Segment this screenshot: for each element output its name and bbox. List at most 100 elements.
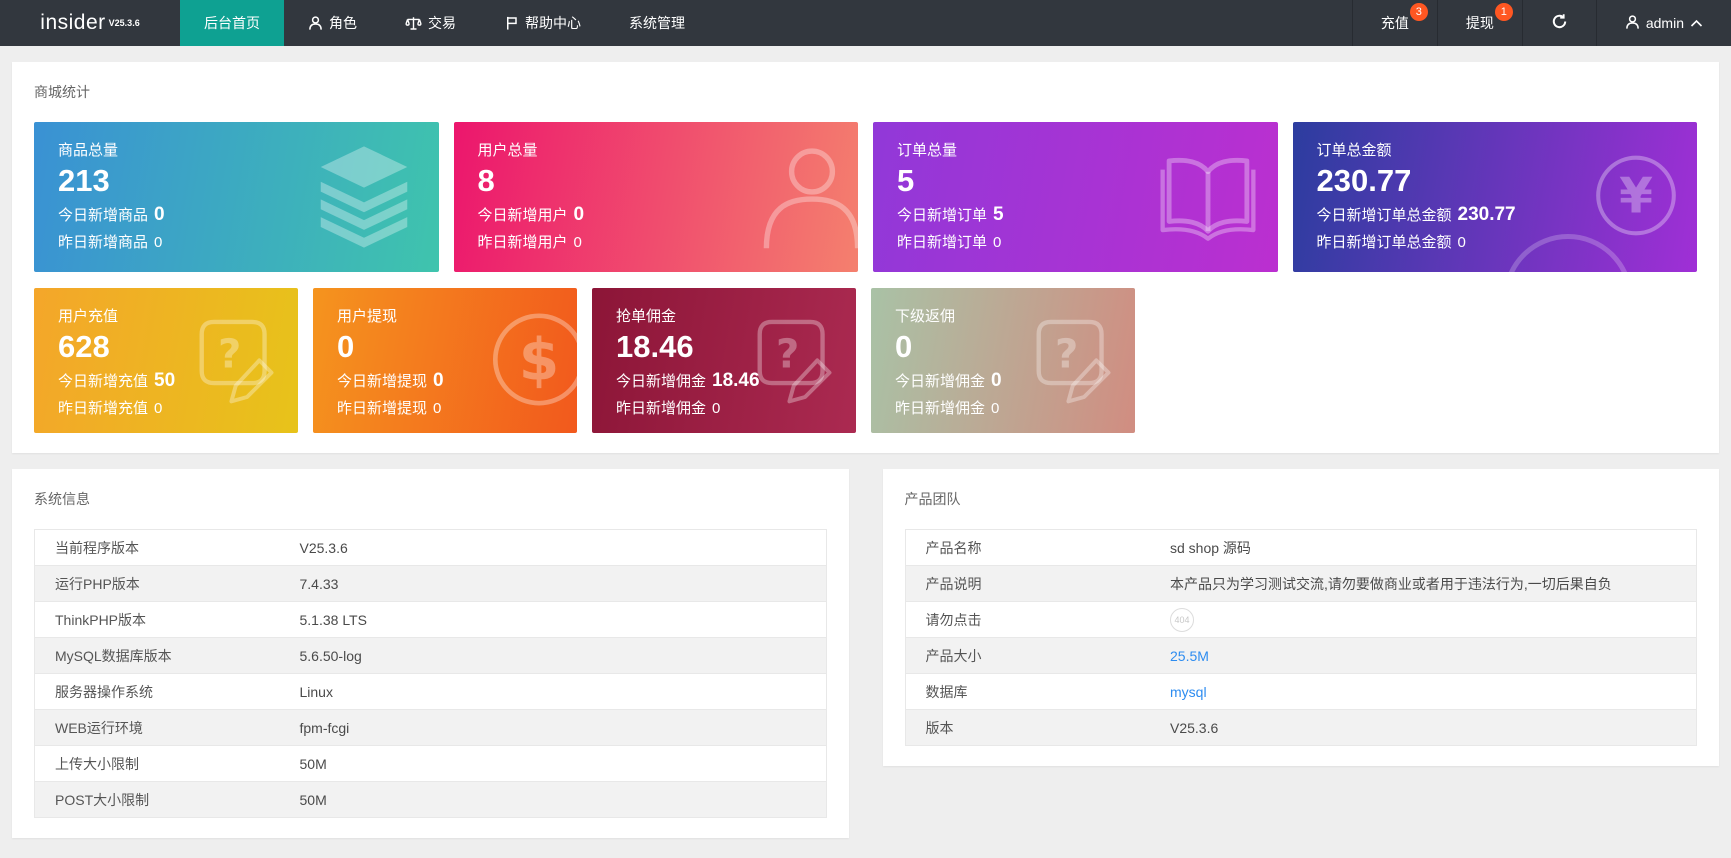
recharge-label: 充值 xyxy=(1381,13,1409,33)
menu-item-help-center[interactable]: 帮助中心 xyxy=(480,0,605,46)
svg-text:¥: ¥ xyxy=(1619,169,1653,225)
stat-today-value: 0 xyxy=(154,204,165,225)
stat-card-orders-total: 订单总量 5 今日新增订单5 昨日新增订单0 xyxy=(873,122,1278,272)
stat-today-label: 今日新增佣金 xyxy=(616,373,706,390)
database-link[interactable]: mysql xyxy=(1170,684,1207,700)
stat-today-value: 5 xyxy=(993,204,1004,225)
info-label: 上传大小限制 xyxy=(35,746,280,782)
admin-dropdown[interactable]: admin xyxy=(1596,0,1731,46)
withdraw-button[interactable]: 提现 1 xyxy=(1437,0,1522,46)
withdraw-label: 提现 xyxy=(1466,13,1494,33)
info-label: POST大小限制 xyxy=(35,782,280,818)
top-navbar: insider V25.3.6 后台首页 角色 交易 帮助中心 系统管理 充值 … xyxy=(0,0,1731,46)
admin-avatar-icon xyxy=(1625,14,1640,33)
bottom-panels: 系统信息 当前程序版本V25.3.6 运行PHP版本7.4.33 ThinkPH… xyxy=(12,469,1719,838)
info-value: 5.6.50-log xyxy=(280,638,827,674)
menu-item-label: 角色 xyxy=(329,13,357,33)
stat-yesterday-label: 昨日新增佣金 xyxy=(895,400,985,417)
recharge-badge: 3 xyxy=(1410,3,1428,21)
info-label: 产品名称 xyxy=(905,530,1150,566)
refresh-button[interactable] xyxy=(1522,0,1596,46)
stat-card-users-total: 用户总量 8 今日新增用户0 昨日新增用户0 xyxy=(454,122,859,272)
stat-today-value: 230.77 xyxy=(1458,204,1516,225)
table-row: 请勿点击 404 xyxy=(905,602,1697,638)
navbar-actions: 充值 3 提现 1 admin xyxy=(1352,0,1731,46)
recharge-button[interactable]: 充值 3 xyxy=(1352,0,1437,46)
main-menu: 后台首页 角色 交易 帮助中心 系统管理 xyxy=(180,0,709,46)
stat-card-user-recharge: 用户充值 628 今日新增充值50 昨日新增充值0 ? xyxy=(34,288,298,433)
system-info-table: 当前程序版本V25.3.6 运行PHP版本7.4.33 ThinkPHP版本5.… xyxy=(34,529,827,818)
stat-today-label: 今日新增用户 xyxy=(478,207,568,224)
stat-yesterday-label: 昨日新增充值 xyxy=(58,400,148,417)
table-row: 产品大小 25.5M xyxy=(905,638,1697,674)
stat-today-label: 今日新增商品 xyxy=(58,207,148,224)
system-info-title: 系统信息 xyxy=(34,489,827,509)
info-label: 当前程序版本 xyxy=(35,530,280,566)
stat-yesterday-value: 0 xyxy=(1458,234,1466,251)
table-row: 上传大小限制50M xyxy=(35,746,827,782)
svg-text:?: ? xyxy=(776,331,799,377)
info-label: WEB运行环境 xyxy=(35,710,280,746)
table-row: POST大小限制50M xyxy=(35,782,827,818)
info-value: V25.3.6 xyxy=(280,530,827,566)
table-row: 产品说明本产品只为学习测试交流,请勿要做商业或者用于违法行为,一切后果自负 xyxy=(905,566,1697,602)
info-label: 产品大小 xyxy=(905,638,1150,674)
info-label: 请勿点击 xyxy=(905,602,1150,638)
info-label: 服务器操作系统 xyxy=(35,674,280,710)
info-label: ThinkPHP版本 xyxy=(35,602,280,638)
user-silhouette-icon xyxy=(752,136,858,259)
stat-card-grab-commission: 抢单佣金 18.46 今日新增佣金18.46 昨日新增佣金0 ? xyxy=(592,288,856,433)
scales-icon xyxy=(405,15,422,31)
table-row: WEB运行环境fpm-fcgi xyxy=(35,710,827,746)
stat-today-label: 今日新增佣金 xyxy=(895,373,985,390)
info-label: 运行PHP版本 xyxy=(35,566,280,602)
table-row: MySQL数据库版本5.6.50-log xyxy=(35,638,827,674)
stat-yesterday-label: 昨日新增订单总金额 xyxy=(1317,234,1452,251)
badge-404[interactable]: 404 xyxy=(1170,608,1194,632)
mall-statistics-panel: 商城统计 商品总量 213 今日新增商品0 昨日新增商品0 用户总量 xyxy=(12,62,1719,453)
svg-text:?: ? xyxy=(1055,331,1078,377)
menu-item-dashboard[interactable]: 后台首页 xyxy=(180,0,284,46)
user-icon xyxy=(308,15,323,31)
stat-yesterday-value: 0 xyxy=(991,400,999,417)
withdraw-badge: 1 xyxy=(1495,3,1513,21)
menu-item-system-settings[interactable]: 系统管理 xyxy=(605,0,709,46)
product-team-panel: 产品团队 产品名称sd shop 源码 产品说明本产品只为学习测试交流,请勿要做… xyxy=(883,469,1720,766)
info-label: 版本 xyxy=(905,710,1150,746)
stat-yesterday-value: 0 xyxy=(574,234,582,251)
menu-item-label: 帮助中心 xyxy=(525,13,581,33)
info-label: MySQL数据库版本 xyxy=(35,638,280,674)
stat-yesterday-value: 0 xyxy=(154,400,162,417)
stat-yesterday-value: 0 xyxy=(712,400,720,417)
info-label: 产品说明 xyxy=(905,566,1150,602)
info-value: 5.1.38 LTS xyxy=(280,602,827,638)
mall-statistics-title: 商城统计 xyxy=(34,82,1697,102)
menu-item-label: 系统管理 xyxy=(629,13,685,33)
system-info-panel: 系统信息 当前程序版本V25.3.6 运行PHP版本7.4.33 ThinkPH… xyxy=(12,469,849,838)
stat-yesterday-value: 0 xyxy=(433,400,441,417)
stat-yesterday-label: 昨日新增佣金 xyxy=(616,400,706,417)
stat-card-user-withdraw: 用户提现 0 今日新增提现0 昨日新增提现0 $ xyxy=(313,288,577,433)
menu-item-roles[interactable]: 角色 xyxy=(284,0,381,46)
app-logo[interactable]: insider V25.3.6 xyxy=(0,0,180,46)
app-version: V25.3.6 xyxy=(109,18,140,28)
chevron-up-icon xyxy=(1690,15,1703,31)
dollar-icon: $ xyxy=(487,307,577,414)
product-size-link[interactable]: 25.5M xyxy=(1170,648,1209,664)
app-logo-text: insider xyxy=(40,11,105,35)
stat-yesterday-label: 昨日新增提现 xyxy=(337,400,427,417)
menu-item-trade[interactable]: 交易 xyxy=(381,0,480,46)
stat-card-order-amount: 订单总金额 230.77 今日新增订单总金额230.77 昨日新增订单总金额0 … xyxy=(1293,122,1698,272)
stat-today-label: 今日新增订单总金额 xyxy=(1317,207,1452,224)
table-row: 运行PHP版本7.4.33 xyxy=(35,566,827,602)
document-question-icon: ? xyxy=(1023,311,1119,410)
info-label: 数据库 xyxy=(905,674,1150,710)
svg-text:$: $ xyxy=(519,325,560,393)
stat-today-label: 今日新增订单 xyxy=(897,207,987,224)
stat-today-value: 0 xyxy=(574,204,585,225)
stat-cards-row-1: 商品总量 213 今日新增商品0 昨日新增商品0 用户总量 8 今日新增用户0 xyxy=(34,122,1697,272)
main-content: 商城统计 商品总量 213 今日新增商品0 昨日新增商品0 用户总量 xyxy=(0,46,1731,838)
info-value: fpm-fcgi xyxy=(280,710,827,746)
menu-item-label: 后台首页 xyxy=(204,13,260,33)
table-row: ThinkPHP版本5.1.38 LTS xyxy=(35,602,827,638)
